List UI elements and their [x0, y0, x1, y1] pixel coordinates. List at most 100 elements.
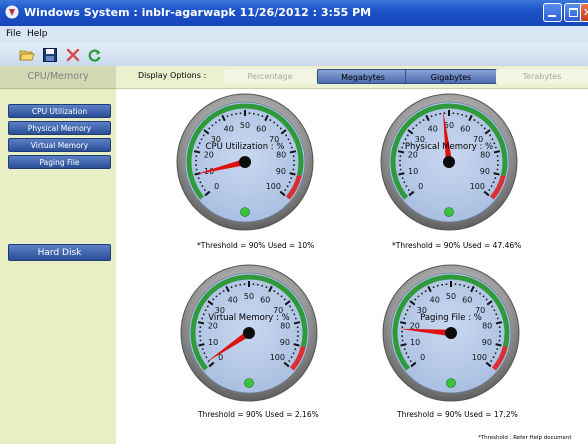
gauge-minor-tick [496, 155, 499, 158]
gauge-caption-virtual: Threshold = 90% Used = 2.16% [198, 410, 319, 419]
gauge-minor-tick [452, 112, 455, 115]
menu-help[interactable]: Help [27, 29, 48, 39]
gauge-minor-tick [235, 112, 238, 115]
gauge-minor-tick [292, 168, 295, 171]
gauge-minor-tick [273, 121, 275, 124]
gauge-tick-label: 10 [208, 338, 218, 347]
gauge-minor-tick [230, 113, 233, 116]
minimize-icon [548, 15, 556, 17]
delete-icon[interactable] [65, 47, 81, 63]
gauge-minor-tick [498, 339, 501, 342]
gauge-minor-tick [197, 177, 200, 180]
gauge-minor-tick [290, 356, 293, 359]
gauge-tick-label: 50 [240, 121, 250, 130]
gauge-minor-tick [405, 185, 408, 188]
gauge-tick-label: 60 [462, 296, 472, 305]
gauge-major-tick [493, 172, 500, 176]
gauge-minor-tick [239, 112, 242, 115]
close-button[interactable]: ✕ [580, 3, 588, 22]
gauge-minor-tick [421, 292, 423, 295]
sidebar-item-cpu-utilization[interactable]: CPU Utilization [8, 104, 111, 118]
gauge-minor-tick [404, 138, 407, 141]
gauge-tick-label: 40 [430, 296, 440, 305]
gauge-minor-tick [256, 283, 259, 286]
maximize-icon [569, 8, 578, 17]
gauge-minor-tick [296, 326, 299, 329]
gauge-minor-tick [441, 283, 444, 286]
gauge-minor-tick [195, 164, 197, 166]
minimize-button[interactable] [543, 3, 562, 22]
gauge-minor-tick [226, 115, 229, 118]
gauge-tick-label: 60 [256, 125, 266, 134]
gauge-minor-tick [492, 356, 495, 359]
gauge-major-tick [293, 343, 300, 347]
toolbar [0, 43, 588, 67]
gauge-minor-tick [290, 177, 293, 180]
gauge-minor-tick [494, 177, 497, 180]
gauge-minor-tick [415, 124, 418, 127]
gauge-minor-tick [403, 348, 406, 351]
gauge-minor-tick [432, 286, 435, 289]
sidebar-item-paging-file[interactable]: Paging File [8, 155, 111, 169]
tab-cpu-memory[interactable]: CPU/Memory [0, 66, 116, 89]
gauge-minor-tick [288, 181, 291, 184]
gauge-major-tick [198, 343, 205, 347]
gauge-hub [445, 327, 457, 339]
gauge-minor-tick [269, 119, 272, 121]
close-icon: ✕ [583, 6, 588, 19]
gauge-minor-tick [203, 189, 206, 191]
gauge-minor-tick [291, 309, 294, 312]
save-icon[interactable] [42, 47, 58, 63]
gauge-minor-tick [443, 112, 446, 115]
sidebar-item-physical-memory[interactable]: Physical Memory [8, 121, 111, 135]
gauge-minor-tick [208, 127, 211, 130]
gauge-minor-tick [219, 292, 221, 295]
app-icon [5, 5, 19, 19]
gauge-paging-file: 0 10 20 30 40 50 60 70 80 90 100 Paging File : % [381, 263, 521, 403]
gauge-minor-tick [199, 330, 201, 333]
gauge-major-tick [400, 343, 407, 347]
gauge-minor-tick [434, 113, 437, 116]
gauge-minor-tick [497, 159, 499, 162]
percentage-button[interactable]: Percentage [224, 69, 316, 84]
gauge-minor-tick [422, 119, 425, 121]
gauge-minor-tick [401, 330, 403, 333]
gauge-minor-tick [463, 284, 466, 287]
terabytes-button[interactable]: Terabytes [496, 69, 588, 84]
gauge-minor-tick [477, 121, 479, 124]
gauge-minor-tick [297, 330, 299, 333]
threshold-footnote: *Threshold : Refer Help document [478, 435, 572, 441]
gauge-minor-tick [483, 127, 486, 130]
gauge-minor-tick [289, 305, 292, 308]
gauge-minor-tick [195, 159, 197, 162]
gauge-minor-tick [212, 298, 215, 301]
gauge-minor-tick [496, 168, 499, 171]
gauge-minor-tick [286, 185, 289, 188]
megabytes-button[interactable]: Megabytes [317, 69, 409, 84]
display-options-bar: Display Options : Percentage Megabytes G… [116, 66, 588, 89]
refresh-icon[interactable] [87, 47, 103, 63]
gauge-minor-tick [492, 181, 495, 184]
gauge-dial: 0102030405060708090100 [180, 264, 318, 402]
gauge-minor-tick [445, 283, 448, 286]
menu-file[interactable]: File [6, 29, 21, 39]
open-folder-icon[interactable] [19, 47, 35, 63]
gauge-dial: 0102030405060708090100 [380, 93, 518, 231]
gauge-minor-tick [401, 339, 404, 342]
gauge-minor-tick [205, 356, 208, 359]
gauge-minor-tick [277, 292, 279, 295]
gauge-minor-tick [458, 283, 461, 286]
gauge-minor-tick [407, 189, 410, 191]
gauge-minor-tick [292, 352, 295, 355]
gauge-minor-tick [494, 352, 497, 355]
gauge-minor-tick [490, 185, 493, 188]
gauge-minor-tick [201, 348, 204, 351]
gigabytes-button[interactable]: Gigabytes [405, 69, 497, 84]
sidebar-item-hard-disk[interactable]: Hard Disk [8, 244, 111, 261]
sidebar-item-virtual-memory[interactable]: Virtual Memory [8, 138, 111, 152]
gauge-minor-tick [195, 168, 198, 171]
gauge-tick-label: 60 [460, 125, 470, 134]
gauge-major-tick [398, 172, 405, 176]
gauge-minor-tick [199, 326, 202, 329]
gauge-title: Paging File : % [420, 313, 482, 323]
